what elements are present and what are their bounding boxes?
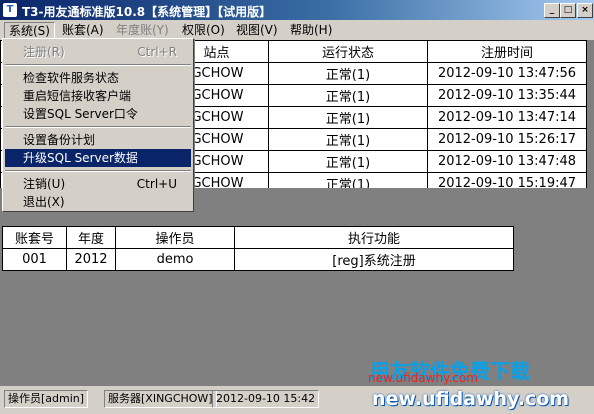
cell-time: 2012-09-10 13:35:44 — [427, 84, 587, 107]
close-button[interactable]: × — [577, 3, 593, 18]
cell-operator: demo — [115, 248, 235, 271]
menu-separator — [5, 64, 191, 66]
column-header-status[interactable]: 运行状态 — [268, 40, 428, 63]
cell-status: 正常(1) — [268, 62, 428, 85]
menu-item-upgrade-sql[interactable]: 升级SQL Server数据 — [5, 149, 191, 167]
menu-item-label: 注销(U) — [23, 177, 66, 191]
menu-item-label: 重启短信接收客户端 — [23, 89, 132, 103]
cell-time: 2012-09-10 13:47:14 — [427, 106, 587, 129]
menu-item-logout[interactable]: 注销(U) Ctrl+U — [5, 175, 191, 193]
column-header-operator[interactable]: 操作员 — [115, 226, 235, 249]
menu-view[interactable]: 视图(V) — [232, 22, 282, 38]
column-header-year[interactable]: 年度 — [66, 226, 116, 249]
status-server: 服务器[XINGCHOW] — [104, 390, 217, 408]
menu-help[interactable]: 帮助(H) — [286, 22, 336, 38]
status-datetime: 2012-09-10 15:42 — [212, 390, 320, 408]
window-title: T3-用友通标准版10.8【系统管理】【试用版】 — [22, 5, 272, 19]
menu-item-label: 升级SQL Server数据 — [23, 151, 138, 165]
menu-bar: 系统(S) 账套(A) 年度账(Y) 权限(O) 视图(V) 帮助(H) — [0, 20, 594, 40]
column-header-function[interactable]: 执行功能 — [234, 226, 514, 249]
cell-account-no: 001 — [2, 248, 67, 271]
cell-status: 正常(1) — [268, 128, 428, 151]
watermark-url: new.ufidawhy.com — [368, 371, 478, 385]
menu-separator — [5, 170, 191, 172]
title-bar: T T3-用友通标准版10.8【系统管理】【试用版】 _ □ × — [0, 0, 594, 20]
minimize-button[interactable]: _ — [544, 3, 560, 18]
menu-permissions[interactable]: 权限(O) — [178, 22, 229, 38]
cell-time: 2012-09-10 13:47:56 — [427, 62, 587, 85]
app-icon: T — [3, 3, 17, 17]
cell-status: 正常(1) — [268, 150, 428, 173]
menu-item-restart-sms[interactable]: 重启短信接收客户端 — [5, 87, 191, 105]
menu-item-backup-plan[interactable]: 设置备份计划 — [5, 131, 191, 149]
cell-year: 2012 — [66, 248, 116, 271]
column-header-registered-time[interactable]: 注册时间 — [427, 40, 587, 63]
menu-year-account[interactable]: 年度账(Y) — [112, 22, 173, 38]
menu-item-label: 设置备份计划 — [23, 133, 96, 147]
cell-status: 正常(1) — [268, 84, 428, 107]
cell-time: 2012-09-10 13:47:48 — [427, 150, 587, 173]
menu-item-label: 检查软件服务状态 — [23, 71, 120, 85]
menu-item-label: 退出(X) — [23, 195, 65, 209]
watermark-url-overlay: new.ufidawhy.com — [372, 388, 570, 410]
cell-time: 2012-09-10 15:26:17 — [427, 128, 587, 151]
menu-account[interactable]: 账套(A) — [58, 22, 108, 38]
system-menu-dropdown: 注册(R) Ctrl+R 检查软件服务状态 重启短信接收客户端 设置SQL Se… — [2, 38, 194, 212]
maximize-button[interactable]: □ — [560, 3, 576, 18]
menu-item-sql-password[interactable]: 设置SQL Server口令 — [5, 105, 191, 123]
menu-item-check-service[interactable]: 检查软件服务状态 — [5, 69, 191, 87]
status-operator: 操作员[admin] — [4, 390, 89, 408]
menu-item-exit[interactable]: 退出(X) — [5, 193, 191, 211]
menu-item-shortcut: Ctrl+R — [137, 45, 177, 59]
cell-status: 正常(1) — [268, 106, 428, 129]
menu-separator — [5, 126, 191, 128]
menu-item-label: 设置SQL Server口令 — [23, 107, 138, 121]
tasks-table: 账套号 年度 操作员 执行功能 001 2012 demo [reg]系统注册 — [2, 226, 514, 271]
table-row[interactable]: 001 2012 demo [reg]系统注册 — [2, 248, 514, 271]
cell-function: [reg]系统注册 — [234, 248, 514, 271]
menu-item-shortcut: Ctrl+U — [136, 177, 177, 191]
column-header-account-no[interactable]: 账套号 — [2, 226, 67, 249]
menu-item-label: 注册(R) — [23, 45, 65, 59]
menu-item-register[interactable]: 注册(R) Ctrl+R — [5, 43, 191, 61]
